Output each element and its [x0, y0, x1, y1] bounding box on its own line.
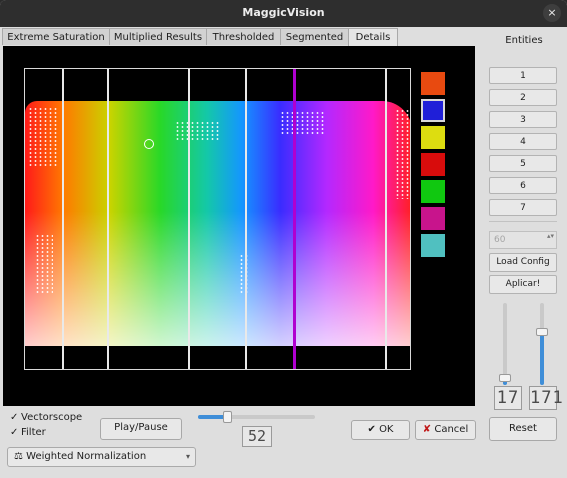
ok-label: OK: [379, 424, 394, 435]
entity-button-5[interactable]: 5: [489, 155, 557, 172]
tab-multiplied-results[interactable]: Multiplied Results: [109, 28, 207, 45]
play-pause-button[interactable]: Play/Pause: [100, 418, 182, 440]
tab-segmented[interactable]: Segmented: [280, 28, 349, 45]
details-canvas[interactable]: [3, 46, 475, 406]
normalization-value: Weighted Normalization: [26, 451, 147, 462]
filter-label: Filter: [21, 427, 46, 438]
ok-icon: ✔: [367, 424, 376, 435]
spin-arrows-icon[interactable]: ▴▾: [547, 232, 554, 240]
tab-extreme-saturation[interactable]: Extreme Saturation: [2, 28, 110, 45]
entity-button-7[interactable]: 7: [489, 199, 557, 216]
entity-color-swatch[interactable]: [421, 180, 445, 203]
threshold-line[interactable]: [107, 69, 109, 369]
load-config-button[interactable]: Load Config: [489, 253, 557, 272]
slider-handle[interactable]: [536, 328, 548, 336]
window-title: MaggicVision: [242, 6, 325, 19]
left-vertical-slider[interactable]: [499, 303, 511, 385]
threshold-line[interactable]: [385, 69, 387, 369]
vectorscope-label: Vectorscope: [21, 412, 83, 423]
entity-color-swatch[interactable]: [421, 234, 445, 257]
threshold-line[interactable]: [62, 69, 64, 369]
right-vertical-slider[interactable]: [536, 303, 548, 385]
title-bar: MaggicVision ×: [0, 0, 567, 27]
frame-slider[interactable]: [198, 411, 315, 423]
entity-color-swatch[interactable]: [421, 126, 445, 149]
entity-button-2[interactable]: 2: [489, 89, 557, 106]
slider-fill: [198, 415, 226, 419]
maggicvision-window: MaggicVision × Extreme Saturation Multip…: [0, 0, 567, 478]
slider-handle[interactable]: [499, 374, 511, 382]
threshold-line[interactable]: [245, 69, 247, 369]
cancel-button[interactable]: ✘ Cancel: [415, 420, 476, 440]
chevron-down-icon: ▾: [185, 452, 190, 461]
pixel-scatter: [175, 121, 220, 141]
entity-color-swatch[interactable]: [421, 72, 445, 95]
value-spinbox[interactable]: 60 ▴▾: [489, 231, 557, 249]
slider-handle[interactable]: [223, 411, 232, 423]
close-icon[interactable]: ×: [543, 4, 561, 22]
reset-button[interactable]: Reset: [489, 417, 557, 441]
slider-fill: [540, 331, 544, 385]
pixel-scatter: [35, 234, 53, 294]
ok-button[interactable]: ✔ OK: [351, 420, 410, 440]
entity-color-swatch[interactable]: [421, 99, 445, 122]
entity-button-1[interactable]: 1: [489, 67, 557, 84]
right-slider-readout: 171: [529, 386, 564, 410]
filter-checkbox[interactable]: ✓ Filter: [10, 427, 46, 438]
vectorscope-checkbox[interactable]: ✓ Vectorscope: [10, 412, 82, 423]
vectorscope-plot[interactable]: [24, 68, 411, 370]
pixel-scatter: [395, 109, 409, 199]
frame-readout: 52: [242, 426, 272, 447]
left-slider-readout: 17: [494, 386, 522, 410]
apply-button[interactable]: Aplicar!: [489, 275, 557, 294]
pixel-scatter: [280, 111, 325, 135]
cancel-icon: ✘: [422, 424, 432, 435]
tab-details[interactable]: Details: [348, 28, 398, 47]
scale-icon: ⚖: [14, 451, 23, 462]
entity-button-3[interactable]: 3: [489, 111, 557, 128]
tab-thresholded[interactable]: Thresholded: [206, 28, 281, 45]
entities-title: Entities: [505, 35, 543, 46]
pixel-scatter: [28, 107, 58, 167]
threshold-line[interactable]: [188, 69, 190, 369]
spin-value: 60: [494, 235, 506, 245]
entity-button-6[interactable]: 6: [489, 177, 557, 194]
selected-threshold-line[interactable]: [293, 69, 296, 369]
entity-button-4[interactable]: 4: [489, 133, 557, 150]
check-icon: ✓: [10, 412, 19, 423]
cancel-label: Cancel: [434, 424, 469, 435]
check-icon: ✓: [10, 427, 19, 438]
sidebar-divider: [489, 221, 557, 222]
selection-marker: [144, 139, 154, 149]
pixel-scatter: [239, 254, 249, 294]
normalization-dropdown[interactable]: ⚖ Weighted Normalization ▾: [7, 447, 196, 467]
entity-color-swatch[interactable]: [421, 207, 445, 230]
entity-color-swatch[interactable]: [421, 153, 445, 176]
